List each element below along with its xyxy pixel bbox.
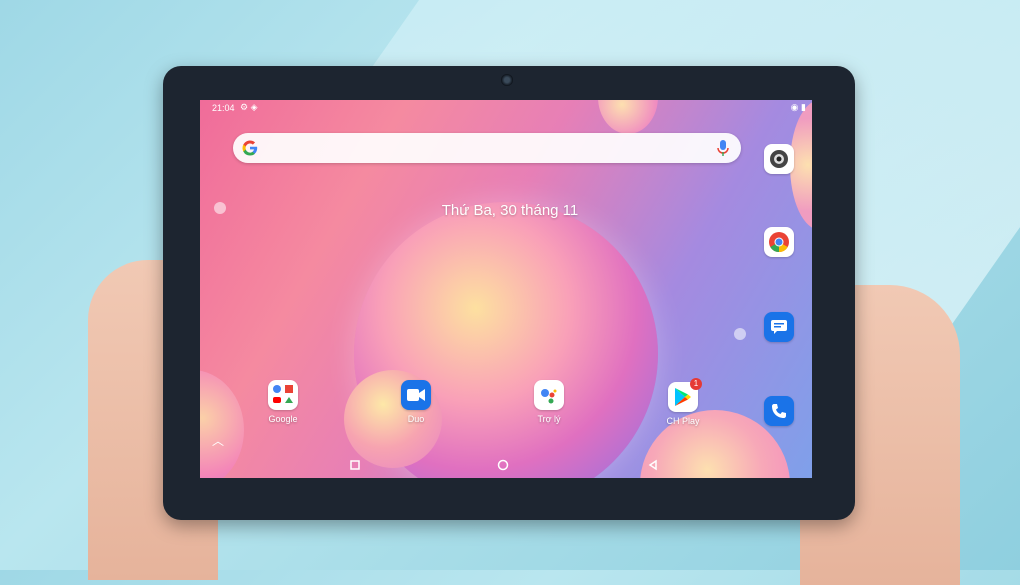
status-right-icons: ◉ ▮ [791, 102, 806, 113]
home-screen: 21:04 ⚙ ◈ ◉ ▮ Thứ Ba, 30 tháng 11 Google… [200, 100, 812, 478]
phone-icon[interactable] [764, 396, 794, 426]
status-time: 21:04 [212, 103, 235, 113]
recents-button-icon[interactable] [348, 458, 362, 472]
google-logo-icon [242, 140, 258, 156]
app-drawer-arrow-icon[interactable]: ︿ [212, 432, 224, 449]
app-label: Duo [407, 414, 425, 424]
play-store-app[interactable]: 1 CH Play [653, 378, 713, 426]
wallpaper-dot [214, 202, 226, 214]
notification-badge: 1 [690, 378, 702, 390]
home-date: Thứ Ba, 30 tháng 11 [441, 202, 579, 219]
play-store-icon: 1 [668, 378, 702, 412]
eye-icon: ◉ [790, 102, 799, 112]
microphone-icon[interactable] [717, 139, 729, 157]
shield-icon: ◈ [250, 102, 258, 112]
back-button-icon[interactable] [646, 458, 660, 472]
home-button-icon[interactable] [496, 458, 510, 472]
navigation-bar [200, 456, 812, 474]
duo-app[interactable]: Duo [386, 380, 446, 424]
assistant-icon [534, 380, 564, 410]
app-label: Trợ lý [537, 414, 561, 424]
app-label: CH Play [666, 416, 700, 426]
tablet-device: 21:04 ⚙ ◈ ◉ ▮ Thứ Ba, 30 tháng 11 Google… [163, 66, 855, 520]
chrome-icon[interactable] [764, 227, 794, 257]
front-camera [501, 74, 513, 86]
assistant-app[interactable]: Trợ lý [519, 380, 579, 424]
google-folder[interactable]: Google [253, 380, 313, 424]
messages-icon[interactable] [764, 312, 794, 342]
app-label: Google [268, 414, 298, 424]
status-icons: ⚙ ◈ [240, 102, 258, 113]
battery-icon: ▮ [801, 102, 806, 112]
settings-icon: ⚙ [240, 102, 249, 112]
google-search-bar[interactable] [233, 133, 741, 163]
camera-app-icon[interactable] [764, 144, 794, 174]
status-bar: 21:04 ⚙ ◈ ◉ ▮ [200, 100, 812, 116]
google-folder-icon [268, 380, 298, 410]
duo-icon [401, 380, 431, 410]
wallpaper-dot [734, 328, 746, 340]
